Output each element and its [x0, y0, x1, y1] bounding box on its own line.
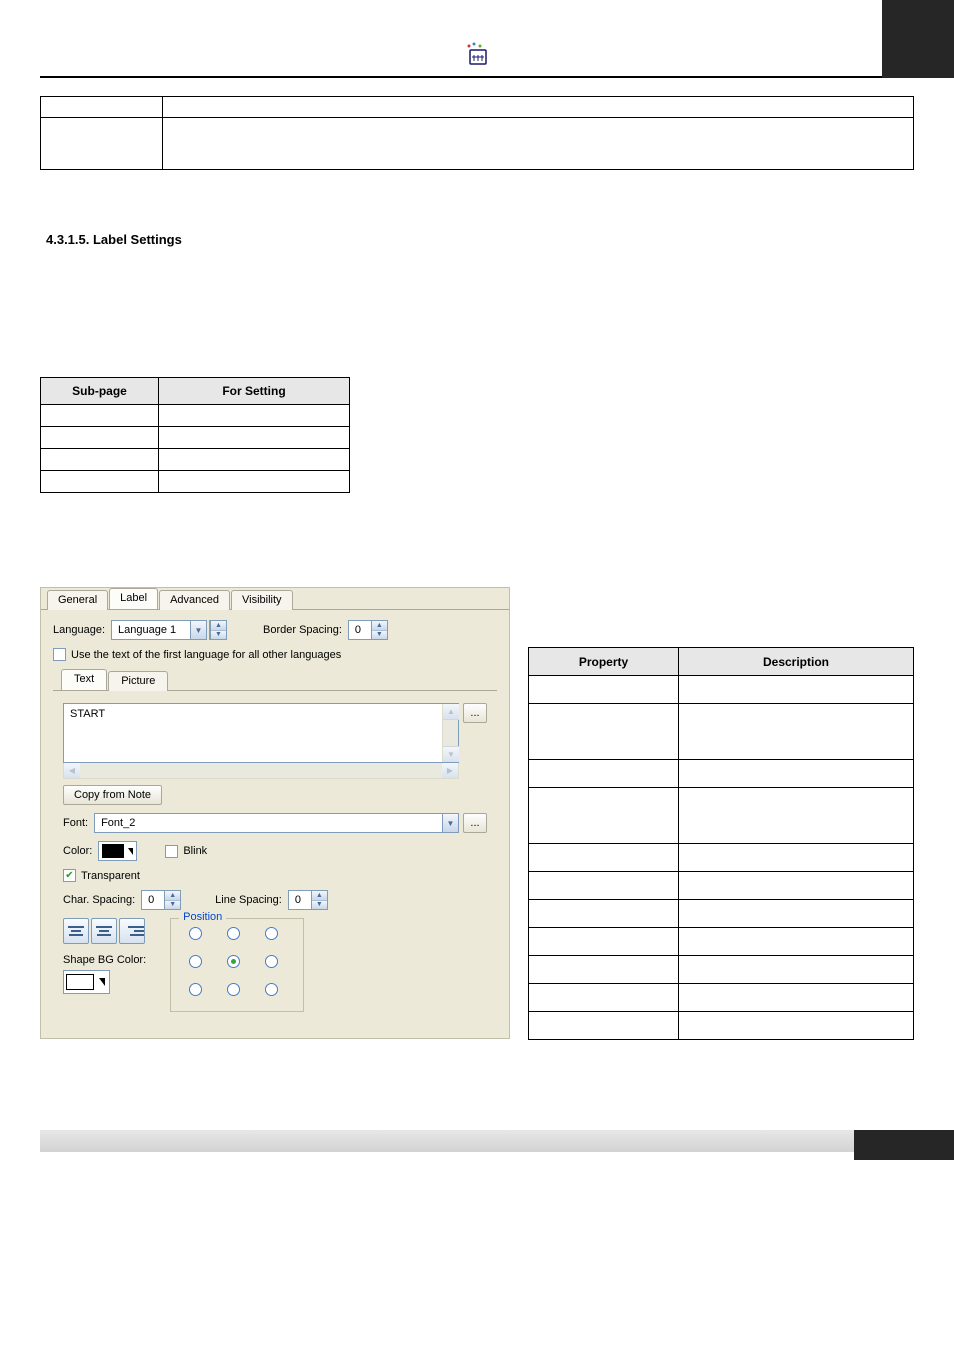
- align-right-button[interactable]: [119, 918, 145, 944]
- top-r2c2: [163, 118, 914, 170]
- doc-header: [40, 0, 914, 78]
- dropdown-triangle-icon: [99, 978, 105, 986]
- textarea-vscrollbar[interactable]: ▲ ▼: [442, 704, 458, 762]
- spin-down-icon[interactable]: ▼: [165, 901, 180, 910]
- subpage-r4c2: [159, 471, 350, 493]
- inner-tab-strip: Text Picture: [53, 669, 497, 691]
- position-radio-mr[interactable]: [265, 955, 278, 968]
- position-radio-mc[interactable]: [227, 955, 240, 968]
- tab-strip: General Label Advanced Visibility: [41, 588, 509, 610]
- position-radio-tc[interactable]: [227, 927, 240, 940]
- border-spacing-label: Border Spacing:: [263, 624, 342, 636]
- scroll-right-icon[interactable]: ▶: [442, 763, 458, 778]
- footer-gradient: [40, 1130, 914, 1152]
- transparent-checkbox[interactable]: ✔ Transparent: [63, 869, 140, 882]
- scroll-left-icon[interactable]: ◀: [64, 763, 80, 778]
- text-browse-button[interactable]: ...: [463, 703, 487, 723]
- shape-bg-color-picker[interactable]: [63, 970, 110, 994]
- blink-checkbox[interactable]: Blink: [165, 845, 207, 858]
- subpage-r1c2: [159, 405, 350, 427]
- color-swatch-icon: [102, 844, 124, 858]
- font-browse-button[interactable]: ...: [463, 813, 487, 833]
- line-spacing-stepper[interactable]: 0 ▲▼: [288, 890, 328, 910]
- position-group: Position: [170, 918, 304, 1012]
- shape-bg-label: Shape BG Color:: [63, 954, 146, 966]
- prop-h1: Property: [529, 648, 679, 676]
- subpage-r1c1: [41, 405, 159, 427]
- top-r1c2: [163, 97, 914, 118]
- text-align-buttons: [63, 918, 152, 944]
- subpage-r2c2: [159, 427, 350, 449]
- spin-up-icon[interactable]: ▲: [372, 621, 387, 631]
- position-legend: Position: [179, 911, 226, 923]
- position-radio-bc[interactable]: [227, 983, 240, 996]
- align-left-button[interactable]: [63, 918, 89, 944]
- char-spacing-stepper[interactable]: 0 ▲▼: [141, 890, 181, 910]
- checkbox-icon: [165, 845, 178, 858]
- property-description-table: Property Description: [528, 647, 914, 1040]
- subpage-r3c2: [159, 449, 350, 471]
- color-label: Color:: [63, 845, 92, 857]
- position-radio-tl[interactable]: [189, 927, 202, 940]
- align-center-button[interactable]: [91, 918, 117, 944]
- top-r2c1: [41, 118, 163, 170]
- border-spacing-stepper[interactable]: 0 ▲▼: [348, 620, 388, 640]
- text-color-picker[interactable]: [98, 841, 137, 861]
- spin-down-icon[interactable]: ▼: [312, 901, 327, 910]
- char-spacing-label: Char. Spacing:: [63, 894, 135, 906]
- font-combo[interactable]: Font_2 ▼: [94, 813, 459, 833]
- inner-tab-text[interactable]: Text: [61, 669, 107, 690]
- spin-down-icon[interactable]: ▼: [372, 631, 387, 640]
- copy-from-note-button[interactable]: Copy from Note: [63, 785, 162, 805]
- textarea-hscrollbar[interactable]: ◀ ▶: [63, 763, 459, 779]
- subpage-table: Sub-page For Setting: [40, 377, 350, 493]
- position-radio-br[interactable]: [265, 983, 278, 996]
- tab-label[interactable]: Label: [109, 588, 158, 609]
- subpage-h2: For Setting: [159, 378, 350, 405]
- subpage-r4c1: [41, 471, 159, 493]
- top-r1c1: [41, 97, 163, 118]
- checkbox-icon: [53, 648, 66, 661]
- spin-down-icon[interactable]: ▼: [211, 631, 226, 640]
- position-radio-ml[interactable]: [189, 955, 202, 968]
- footer-right-block: [854, 1130, 954, 1160]
- spin-up-icon[interactable]: ▲: [312, 891, 327, 901]
- spin-up-icon[interactable]: ▲: [165, 891, 180, 901]
- chevron-down-icon[interactable]: ▼: [190, 621, 206, 639]
- shape-bg-swatch-icon: [66, 974, 94, 990]
- scroll-down-icon[interactable]: ▼: [443, 746, 459, 762]
- language-combo[interactable]: Language 1 ▼: [111, 620, 207, 640]
- app-icon: [466, 42, 488, 66]
- prop-h2: Description: [679, 648, 914, 676]
- page-footer: [0, 1130, 954, 1170]
- checkbox-icon: ✔: [63, 869, 76, 882]
- scroll-up-icon[interactable]: ▲: [443, 704, 459, 720]
- top-spec-table: [40, 96, 914, 170]
- spin-up-icon[interactable]: ▲: [211, 621, 226, 631]
- label-settings-dialog: General Label Advanced Visibility Langua…: [40, 587, 510, 1039]
- tab-general[interactable]: General: [47, 590, 108, 610]
- position-radio-bl[interactable]: [189, 983, 202, 996]
- position-radio-tr[interactable]: [265, 927, 278, 940]
- line-spacing-label: Line Spacing:: [215, 894, 282, 906]
- chevron-down-icon[interactable]: ▼: [442, 814, 458, 832]
- use-first-lang-checkbox[interactable]: Use the text of the first language for a…: [53, 648, 341, 661]
- language-stepper[interactable]: ▲▼: [209, 620, 227, 640]
- tab-advanced[interactable]: Advanced: [159, 590, 230, 610]
- tab-visibility[interactable]: Visibility: [231, 590, 293, 610]
- dropdown-triangle-icon: [128, 848, 133, 855]
- label-text-textarea[interactable]: START ▲ ▼: [63, 703, 459, 763]
- subpage-r2c1: [41, 427, 159, 449]
- subpage-h1: Sub-page: [41, 378, 159, 405]
- header-right-block: [882, 0, 954, 78]
- language-label: Language:: [53, 624, 105, 636]
- subpage-r3c1: [41, 449, 159, 471]
- inner-tab-picture[interactable]: Picture: [108, 671, 168, 691]
- font-label: Font:: [63, 817, 88, 829]
- section-heading: 4.3.1.5. Label Settings: [46, 232, 914, 247]
